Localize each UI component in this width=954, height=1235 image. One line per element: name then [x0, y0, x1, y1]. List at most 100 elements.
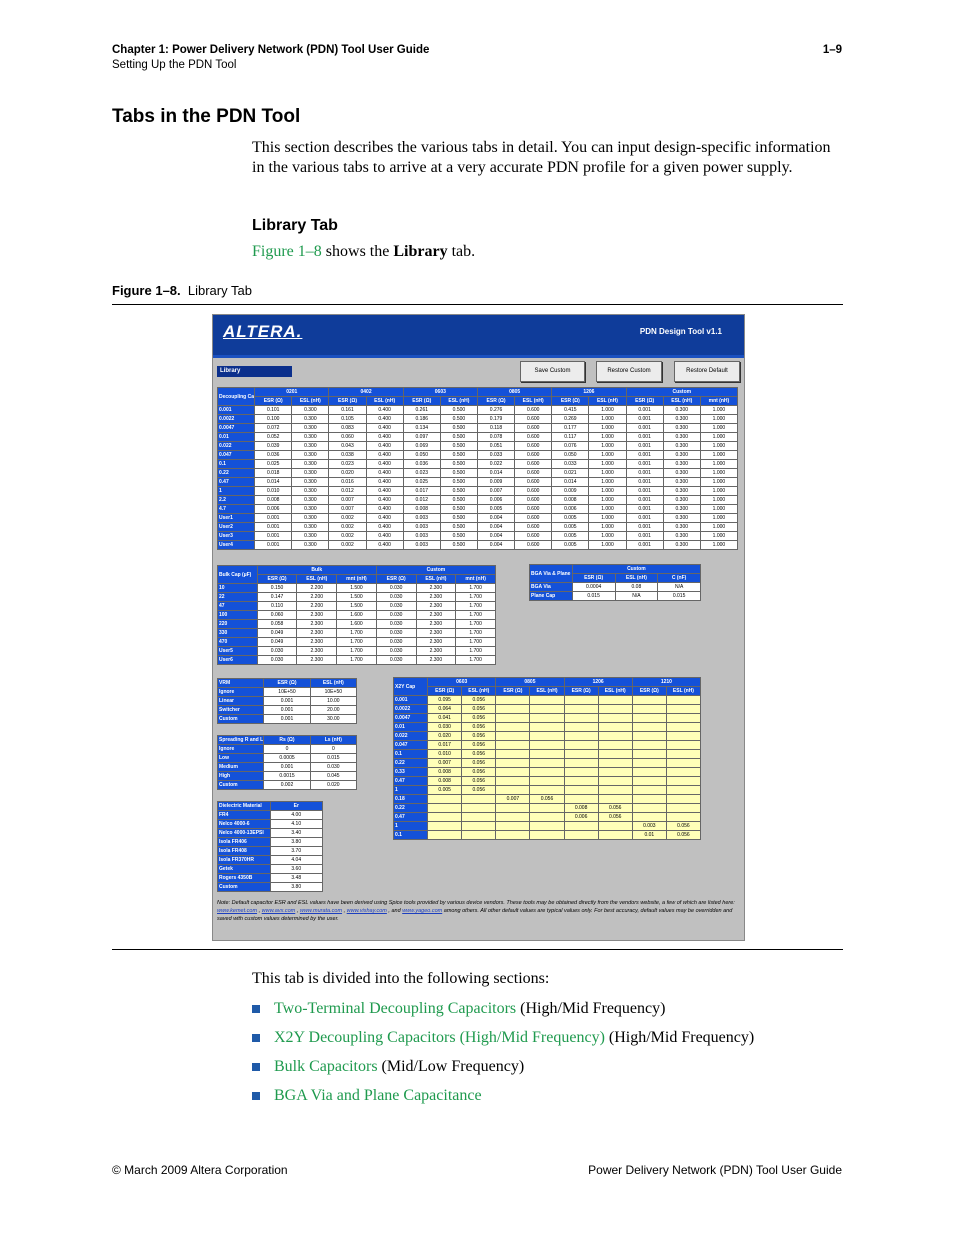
value-cell[interactable]: 0.010 [427, 749, 463, 759]
value-cell[interactable]: 0.269 [551, 414, 590, 424]
value-cell[interactable] [495, 812, 531, 822]
value-cell[interactable]: 0.030 [375, 592, 417, 602]
value-cell[interactable]: 0.003 [402, 531, 441, 541]
value-cell[interactable]: 1.700 [336, 655, 377, 665]
value-cell[interactable]: 1.700 [455, 655, 496, 665]
value-cell[interactable]: 0.001 [625, 513, 664, 523]
value-cell[interactable]: 0.117 [551, 432, 590, 442]
value-cell[interactable]: 0.300 [662, 513, 701, 523]
value-cell[interactable]: 0.001 [625, 432, 664, 442]
value-cell[interactable] [631, 722, 667, 732]
value-cell[interactable]: 0.400 [365, 495, 404, 505]
value-cell[interactable] [665, 758, 702, 768]
value-cell[interactable]: 1.700 [336, 646, 377, 656]
value-cell[interactable] [665, 812, 702, 822]
value-cell[interactable] [529, 821, 565, 831]
value-cell[interactable] [563, 758, 599, 768]
value-cell[interactable]: 0.002 [263, 780, 311, 790]
value-cell[interactable]: 0.500 [439, 459, 478, 469]
value-cell[interactable]: 1.000 [699, 495, 739, 505]
value-cell[interactable]: 20.00 [309, 705, 358, 715]
value-cell[interactable]: 0.056 [529, 794, 565, 804]
value-cell[interactable]: 0.300 [662, 450, 701, 460]
value-cell[interactable]: 0.050 [402, 450, 441, 460]
value-cell[interactable]: 0.030 [256, 646, 298, 656]
value-cell[interactable] [665, 749, 702, 759]
value-cell[interactable] [597, 749, 633, 759]
value-cell[interactable]: 0.177 [551, 423, 590, 433]
value-cell[interactable]: 10E+50 [309, 687, 358, 697]
value-cell[interactable]: 0.300 [662, 495, 701, 505]
value-cell[interactable]: 0.007 [495, 794, 531, 804]
value-cell[interactable]: 0.400 [365, 441, 404, 451]
value-cell[interactable]: 0.600 [514, 477, 553, 487]
value-cell[interactable]: 0.043 [328, 441, 367, 451]
value-cell[interactable]: 0.001 [625, 459, 664, 469]
value-cell[interactable]: 1.000 [588, 477, 627, 487]
value-cell[interactable]: 1.700 [455, 637, 496, 647]
value-cell[interactable]: 0.001 [263, 705, 311, 715]
restore-custom-button[interactable]: Restore Custom [596, 361, 662, 382]
value-cell[interactable] [461, 821, 497, 831]
value-cell[interactable] [597, 731, 633, 741]
value-cell[interactable]: 0.300 [291, 459, 330, 469]
value-cell[interactable]: 0.003 [402, 522, 441, 532]
value-cell[interactable]: 0.056 [461, 713, 497, 723]
value-cell[interactable]: 0.001 [625, 531, 664, 541]
library-tab-label[interactable]: Library [217, 366, 292, 377]
value-cell[interactable]: 3.40 [269, 828, 323, 838]
value-cell[interactable]: 1.000 [699, 477, 739, 487]
value-cell[interactable]: 0.030 [375, 646, 417, 656]
value-cell[interactable]: 0.300 [662, 504, 701, 514]
value-cell[interactable]: 0.058 [256, 619, 298, 629]
value-cell[interactable] [563, 713, 599, 723]
value-cell[interactable]: 0.014 [551, 477, 590, 487]
value-cell[interactable] [597, 722, 633, 732]
value-cell[interactable]: 1.700 [455, 601, 496, 611]
value-cell[interactable] [597, 767, 633, 777]
value-cell[interactable] [529, 776, 565, 786]
value-cell[interactable]: 1.000 [699, 468, 739, 478]
value-cell[interactable]: 0.025 [254, 459, 293, 469]
value-cell[interactable]: 1.000 [699, 450, 739, 460]
value-cell[interactable]: 0.056 [461, 704, 497, 714]
value-cell[interactable]: 0.001 [625, 450, 664, 460]
value-cell[interactable]: 0.052 [254, 432, 293, 442]
value-cell[interactable]: 0.500 [439, 441, 478, 451]
value-cell[interactable] [631, 758, 667, 768]
value-cell[interactable]: 0.021 [551, 468, 590, 478]
value-cell[interactable]: 0.001 [625, 477, 664, 487]
value-cell[interactable]: 0 [309, 744, 358, 754]
value-cell[interactable]: 1.000 [699, 486, 739, 496]
value-cell[interactable]: 1.700 [455, 610, 496, 620]
value-cell[interactable]: 0.009 [476, 477, 516, 487]
value-cell[interactable]: 0.001 [625, 486, 664, 496]
value-cell[interactable]: 0.008 [254, 495, 293, 505]
value-cell[interactable]: 0.500 [439, 531, 478, 541]
value-cell[interactable]: 30.00 [309, 714, 358, 724]
murata-link[interactable]: www.murata.com [300, 908, 342, 914]
value-cell[interactable] [665, 776, 702, 786]
value-cell[interactable]: 1.000 [699, 432, 739, 442]
value-cell[interactable]: 1.000 [588, 495, 627, 505]
value-cell[interactable]: 0.030 [375, 619, 417, 629]
value-cell[interactable]: 2.300 [415, 601, 457, 611]
value-cell[interactable]: 0.030 [375, 637, 417, 647]
vishay-link[interactable]: www.vishay.com [347, 908, 387, 914]
value-cell[interactable] [461, 812, 497, 822]
value-cell[interactable]: 0.105 [328, 414, 367, 424]
value-cell[interactable]: 0.056 [597, 803, 633, 813]
value-cell[interactable]: 0.003 [402, 540, 441, 550]
value-cell[interactable]: 0.015 [309, 753, 358, 763]
value-cell[interactable] [495, 695, 531, 705]
value-cell[interactable]: 3.60 [269, 864, 323, 874]
value-cell[interactable]: 0.041 [427, 713, 463, 723]
value-cell[interactable]: 0.008 [402, 504, 441, 514]
value-cell[interactable]: 1.000 [699, 459, 739, 469]
value-cell[interactable]: 0.006 [551, 504, 590, 514]
value-cell[interactable]: 0.056 [461, 767, 497, 777]
value-cell[interactable]: 0.078 [476, 432, 516, 442]
value-cell[interactable]: 2.300 [296, 637, 338, 647]
value-cell[interactable] [427, 812, 463, 822]
value-cell[interactable]: 3.70 [269, 846, 323, 856]
